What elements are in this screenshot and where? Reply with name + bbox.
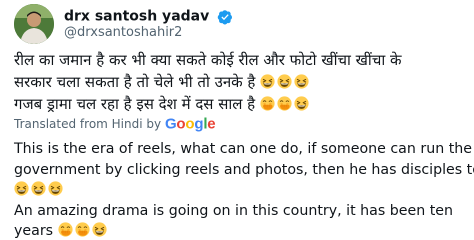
face-with-hand-over-mouth-emoji-icon — [277, 96, 292, 111]
name-row: drx santosh yadav — [64, 6, 233, 25]
face-with-hand-over-mouth-emoji-icon — [74, 222, 90, 237]
grinning-squinting-face-emoji-icon — [277, 74, 292, 89]
grinning-squinting-face-emoji-icon — [31, 181, 46, 196]
display-name[interactable]: drx santosh yadav — [64, 9, 209, 25]
grinning-squinting-face-emoji-icon — [294, 74, 309, 89]
hindi-line-2: सरकार चला सकता है तो चेले भी तो उनके है — [14, 73, 256, 91]
hindi-line-1: रील का जमान है कर भी क्या सकते कोई रील औ… — [14, 51, 402, 69]
google-letter: g — [194, 115, 204, 133]
user-handle[interactable]: @drxsantoshahir2 — [64, 25, 182, 40]
face-with-hand-over-mouth-emoji-icon — [260, 96, 275, 111]
google-letter: o — [185, 115, 195, 133]
hand-over-mouth-emoji-group — [57, 222, 92, 239]
laughing-emoji-group — [260, 73, 311, 91]
grinning-squinting-face-emoji-icon — [14, 181, 29, 196]
avatar[interactable] — [14, 4, 54, 44]
english-line: years — [14, 221, 468, 240]
verified-badge-icon — [217, 9, 233, 25]
english-line: This is the era of reels, what can one d… — [14, 139, 472, 160]
laughing-emoji-group — [14, 181, 65, 198]
tweet-card[interactable]: drx santosh yadav @drxsantoshahir2 रील क… — [0, 0, 474, 240]
hindi-line: सरकार चला सकता है तो चेले भी तो उनके है — [14, 71, 464, 93]
english-line: An amazing drama is going on in this cou… — [14, 201, 468, 222]
google-letter: G — [164, 115, 177, 133]
grinning-squinting-face-emoji-icon — [48, 181, 63, 196]
english-line-4: years — [14, 223, 54, 239]
english-line — [14, 180, 468, 201]
tweet-text-hindi: रील का जमान है कर भी क्या सकते कोई रील औ… — [14, 49, 464, 115]
english-line-1: This is the era of reels, what can one d… — [14, 141, 472, 157]
translation-attribution[interactable]: Translated from Hindi by Google — [14, 115, 216, 133]
face-with-hand-over-mouth-emoji-icon — [57, 222, 73, 237]
grinning-squinting-face-emoji-icon — [294, 96, 309, 111]
laughing-emoji-group — [294, 95, 311, 113]
laughing-emoji-group — [91, 222, 109, 239]
hand-over-mouth-emoji-group — [260, 95, 294, 113]
english-line-3: An amazing drama is going on in this cou… — [14, 202, 453, 219]
english-line: government by clicking reels and photos,… — [14, 160, 474, 181]
google-letter: e — [207, 115, 216, 133]
translated-label: Translated from Hindi by — [14, 116, 162, 131]
grinning-squinting-face-emoji-icon — [260, 74, 275, 89]
english-line-2: government by clicking reels and photos,… — [14, 161, 474, 178]
tweet-header: drx santosh yadav @drxsantoshahir2 — [14, 4, 454, 44]
hindi-line-3: गजब ड्रामा चल रहा है इस देश में दस साल ह… — [14, 95, 256, 113]
hindi-line: रील का जमान है कर भी क्या सकते कोई रील औ… — [14, 49, 464, 71]
hindi-line: गजब ड्रामा चल रहा है इस देश में दस साल ह… — [14, 93, 464, 115]
tweet-text-translation: This is the era of reels, what can one d… — [14, 139, 474, 240]
google-logo-icon: Google — [164, 115, 216, 133]
grinning-squinting-face-emoji-icon — [91, 222, 107, 237]
